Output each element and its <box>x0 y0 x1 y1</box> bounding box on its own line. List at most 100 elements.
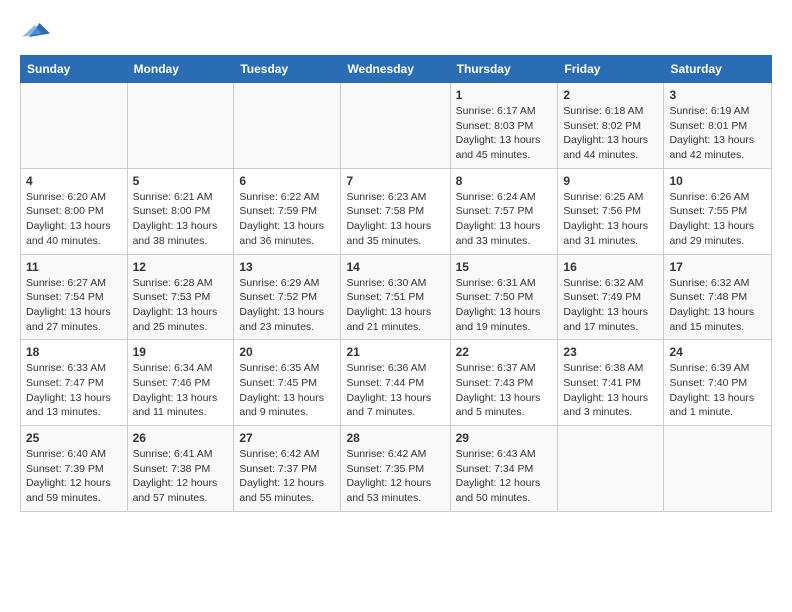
day-number: 25 <box>26 431 122 445</box>
logo <box>20 16 50 49</box>
header-saturday: Saturday <box>664 56 772 83</box>
day-cell: 4 Sunrise: 6:20 AM Sunset: 8:00 PM Daylig… <box>21 168 128 254</box>
day-cell: 7 Sunrise: 6:23 AM Sunset: 7:58 PM Daylig… <box>341 168 450 254</box>
day-cell: 11 Sunrise: 6:27 AM Sunset: 7:54 PM Dayli… <box>21 254 128 340</box>
day-cell <box>558 426 664 512</box>
day-number: 12 <box>133 260 229 274</box>
day-info: Sunrise: 6:42 AM Sunset: 7:37 PM Dayligh… <box>239 447 335 506</box>
day-number: 26 <box>133 431 229 445</box>
day-cell: 13 Sunrise: 6:29 AM Sunset: 7:52 PM Dayli… <box>234 254 341 340</box>
header-friday: Friday <box>558 56 664 83</box>
day-info: Sunrise: 6:43 AM Sunset: 7:34 PM Dayligh… <box>456 447 553 506</box>
day-cell: 9 Sunrise: 6:25 AM Sunset: 7:56 PM Daylig… <box>558 168 664 254</box>
day-number: 17 <box>669 260 766 274</box>
week-row-1: 1 Sunrise: 6:17 AM Sunset: 8:03 PM Daylig… <box>21 83 772 169</box>
day-number: 23 <box>563 345 658 359</box>
day-info: Sunrise: 6:20 AM Sunset: 8:00 PM Dayligh… <box>26 190 122 249</box>
day-number: 14 <box>346 260 444 274</box>
day-cell: 21 Sunrise: 6:36 AM Sunset: 7:44 PM Dayli… <box>341 340 450 426</box>
day-cell <box>234 83 341 169</box>
day-number: 5 <box>133 174 229 188</box>
day-cell: 3 Sunrise: 6:19 AM Sunset: 8:01 PM Daylig… <box>664 83 772 169</box>
day-info: Sunrise: 6:25 AM Sunset: 7:56 PM Dayligh… <box>563 190 658 249</box>
day-info: Sunrise: 6:32 AM Sunset: 7:49 PM Dayligh… <box>563 276 658 335</box>
day-number: 13 <box>239 260 335 274</box>
day-number: 6 <box>239 174 335 188</box>
week-row-3: 11 Sunrise: 6:27 AM Sunset: 7:54 PM Dayli… <box>21 254 772 340</box>
day-cell: 22Sunrise: 6:37 AM Sunset: 7:43 PM Dayli… <box>450 340 558 426</box>
header-tuesday: Tuesday <box>234 56 341 83</box>
day-cell: 2Sunrise: 6:18 AM Sunset: 8:02 PM Daylig… <box>558 83 664 169</box>
day-info: Sunrise: 6:23 AM Sunset: 7:58 PM Dayligh… <box>346 190 444 249</box>
header-thursday: Thursday <box>450 56 558 83</box>
day-cell: 24 Sunrise: 6:39 AM Sunset: 7:40 PM Dayli… <box>664 340 772 426</box>
day-info: Sunrise: 6:32 AM Sunset: 7:48 PM Dayligh… <box>669 276 766 335</box>
day-info: Sunrise: 6:18 AM Sunset: 8:02 PM Dayligh… <box>563 104 658 163</box>
day-info: Sunrise: 6:38 AM Sunset: 7:41 PM Dayligh… <box>563 361 658 420</box>
week-row-5: 25 Sunrise: 6:40 AM Sunset: 7:39 PM Dayli… <box>21 426 772 512</box>
day-info: Sunrise: 6:42 AM Sunset: 7:35 PM Dayligh… <box>346 447 444 506</box>
day-cell <box>341 83 450 169</box>
day-number: 18 <box>26 345 122 359</box>
day-cell: 17 Sunrise: 6:32 AM Sunset: 7:48 PM Dayli… <box>664 254 772 340</box>
day-info: Sunrise: 6:40 AM Sunset: 7:39 PM Dayligh… <box>26 447 122 506</box>
day-number: 3 <box>669 88 766 102</box>
day-cell: 15 Sunrise: 6:31 AM Sunset: 7:50 PM Dayli… <box>450 254 558 340</box>
day-info: Sunrise: 6:19 AM Sunset: 8:01 PM Dayligh… <box>669 104 766 163</box>
day-cell: 10 Sunrise: 6:26 AM Sunset: 7:55 PM Dayli… <box>664 168 772 254</box>
day-info: Sunrise: 6:27 AM Sunset: 7:54 PM Dayligh… <box>26 276 122 335</box>
day-cell: 28 Sunrise: 6:42 AM Sunset: 7:35 PM Dayli… <box>341 426 450 512</box>
day-cell: 29 Sunrise: 6:43 AM Sunset: 7:34 PM Dayli… <box>450 426 558 512</box>
day-cell: 25 Sunrise: 6:40 AM Sunset: 7:39 PM Dayli… <box>21 426 128 512</box>
day-number: 27 <box>239 431 335 445</box>
day-info: Sunrise: 6:39 AM Sunset: 7:40 PM Dayligh… <box>669 361 766 420</box>
day-cell: 1 Sunrise: 6:17 AM Sunset: 8:03 PM Daylig… <box>450 83 558 169</box>
day-info: Sunrise: 6:21 AM Sunset: 8:00 PM Dayligh… <box>133 190 229 249</box>
day-number: 11 <box>26 260 122 274</box>
day-info: Sunrise: 6:37 AM Sunset: 7:43 PM Dayligh… <box>456 361 553 420</box>
day-number: 28 <box>346 431 444 445</box>
day-number: 15 <box>456 260 553 274</box>
header-row: SundayMondayTuesdayWednesdayThursdayFrid… <box>21 56 772 83</box>
week-row-2: 4 Sunrise: 6:20 AM Sunset: 8:00 PM Daylig… <box>21 168 772 254</box>
page-header <box>20 16 772 49</box>
header-monday: Monday <box>127 56 234 83</box>
day-number: 21 <box>346 345 444 359</box>
day-number: 4 <box>26 174 122 188</box>
day-cell: 14 Sunrise: 6:30 AM Sunset: 7:51 PM Dayli… <box>341 254 450 340</box>
logo-icon <box>22 16 50 44</box>
week-row-4: 18 Sunrise: 6:33 AM Sunset: 7:47 PM Dayli… <box>21 340 772 426</box>
day-number: 24 <box>669 345 766 359</box>
day-number: 16 <box>563 260 658 274</box>
day-info: Sunrise: 6:36 AM Sunset: 7:44 PM Dayligh… <box>346 361 444 420</box>
header-wednesday: Wednesday <box>341 56 450 83</box>
day-info: Sunrise: 6:41 AM Sunset: 7:38 PM Dayligh… <box>133 447 229 506</box>
day-info: Sunrise: 6:34 AM Sunset: 7:46 PM Dayligh… <box>133 361 229 420</box>
day-cell: 19 Sunrise: 6:34 AM Sunset: 7:46 PM Dayli… <box>127 340 234 426</box>
day-number: 1 <box>456 88 553 102</box>
day-cell: 6Sunrise: 6:22 AM Sunset: 7:59 PM Daylig… <box>234 168 341 254</box>
day-number: 19 <box>133 345 229 359</box>
day-cell <box>127 83 234 169</box>
day-info: Sunrise: 6:33 AM Sunset: 7:47 PM Dayligh… <box>26 361 122 420</box>
day-info: Sunrise: 6:26 AM Sunset: 7:55 PM Dayligh… <box>669 190 766 249</box>
day-info: Sunrise: 6:17 AM Sunset: 8:03 PM Dayligh… <box>456 104 553 163</box>
day-number: 10 <box>669 174 766 188</box>
day-info: Sunrise: 6:31 AM Sunset: 7:50 PM Dayligh… <box>456 276 553 335</box>
day-cell: 12 Sunrise: 6:28 AM Sunset: 7:53 PM Dayli… <box>127 254 234 340</box>
day-info: Sunrise: 6:28 AM Sunset: 7:53 PM Dayligh… <box>133 276 229 335</box>
day-cell: 26 Sunrise: 6:41 AM Sunset: 7:38 PM Dayli… <box>127 426 234 512</box>
day-number: 7 <box>346 174 444 188</box>
day-cell: 18 Sunrise: 6:33 AM Sunset: 7:47 PM Dayli… <box>21 340 128 426</box>
day-cell: 5 Sunrise: 6:21 AM Sunset: 8:00 PM Daylig… <box>127 168 234 254</box>
day-info: Sunrise: 6:30 AM Sunset: 7:51 PM Dayligh… <box>346 276 444 335</box>
day-cell <box>664 426 772 512</box>
day-number: 29 <box>456 431 553 445</box>
day-cell: 8Sunrise: 6:24 AM Sunset: 7:57 PM Daylig… <box>450 168 558 254</box>
calendar-table: SundayMondayTuesdayWednesdayThursdayFrid… <box>20 55 772 512</box>
day-info: Sunrise: 6:35 AM Sunset: 7:45 PM Dayligh… <box>239 361 335 420</box>
day-number: 9 <box>563 174 658 188</box>
day-info: Sunrise: 6:29 AM Sunset: 7:52 PM Dayligh… <box>239 276 335 335</box>
day-number: 20 <box>239 345 335 359</box>
day-cell: 27 Sunrise: 6:42 AM Sunset: 7:37 PM Dayli… <box>234 426 341 512</box>
